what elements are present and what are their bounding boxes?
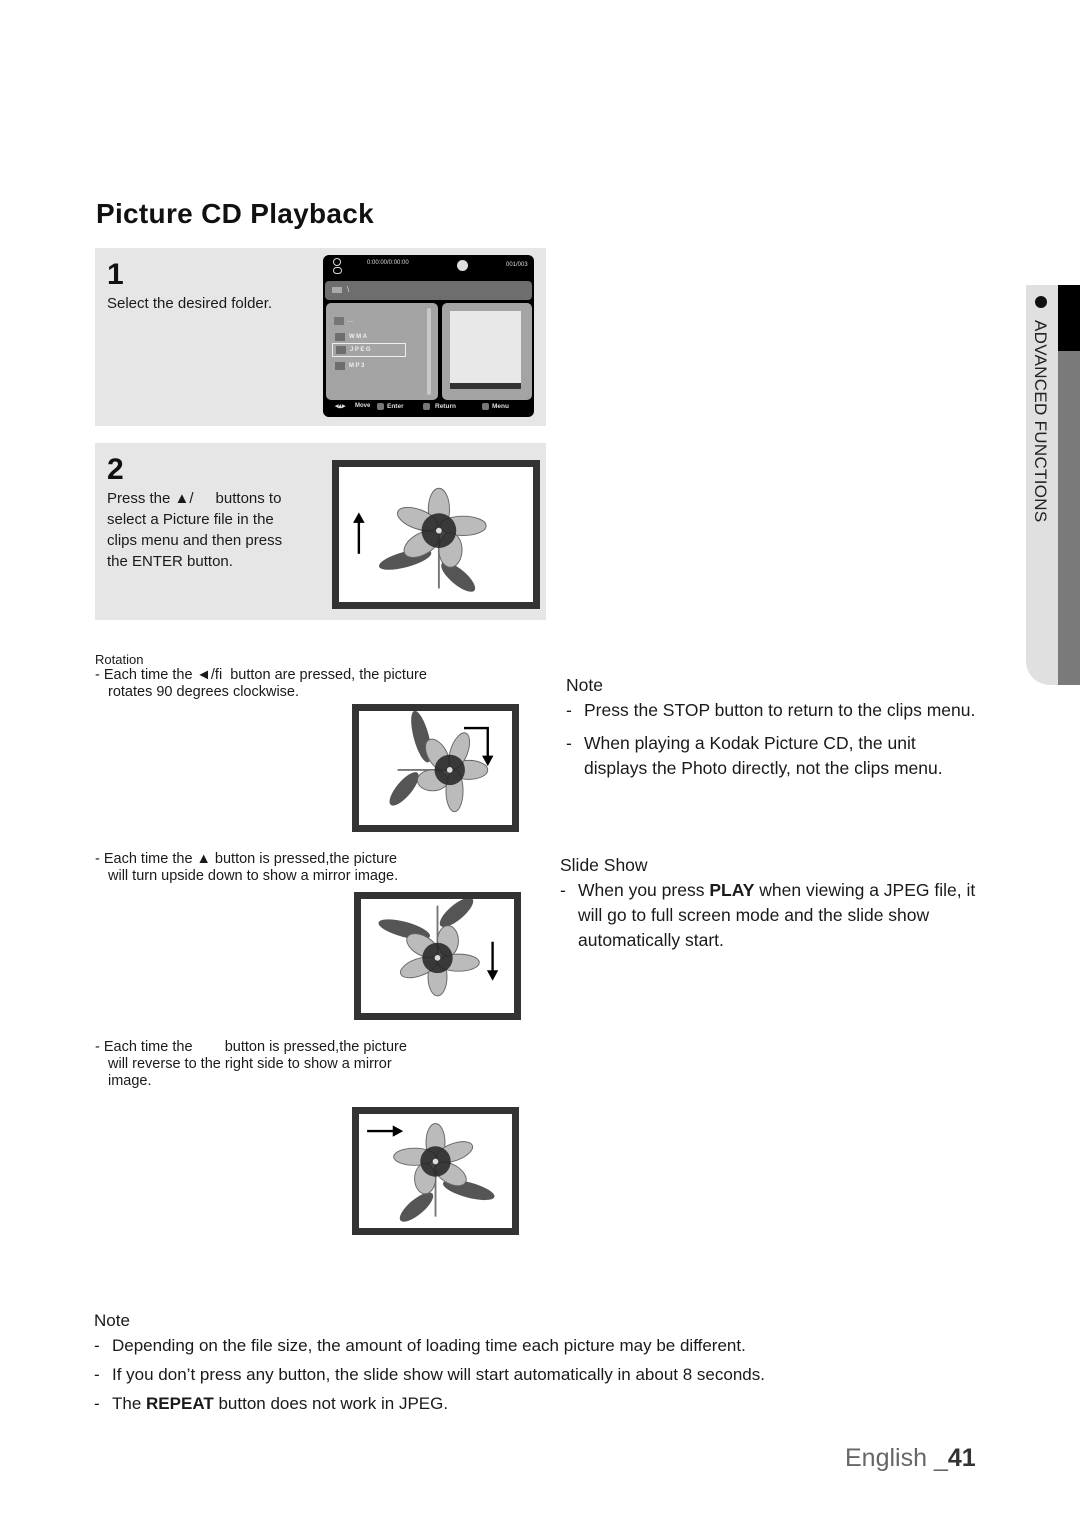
page-title: Picture CD Playback	[96, 198, 375, 229]
down-arrow-icon	[486, 941, 499, 981]
flower-illustration	[389, 711, 494, 813]
enter-button-icon	[377, 403, 384, 410]
step-1-text: Select the desired folder.	[107, 295, 273, 312]
stop-icon	[333, 258, 341, 266]
side-tab-bar	[1058, 351, 1080, 685]
note-right: Note Press the STOP button to return to …	[566, 673, 976, 781]
preview-info-bar	[450, 383, 521, 389]
note-right-item: Press the STOP button to return to the c…	[566, 698, 976, 723]
menu-button-icon	[482, 403, 489, 410]
slide-show-section: Slide Show When you press PLAY when view…	[560, 853, 980, 953]
osd-folder-wma[interactable]: WMA	[335, 333, 369, 341]
osd-enter-label: Enter	[387, 403, 404, 410]
note-bottom: Note Depending on the file size, the amo…	[94, 1308, 854, 1416]
osd-parent-folder[interactable]: ..	[334, 317, 354, 325]
note-bottom-item: Depending on the file size, the amount o…	[94, 1333, 854, 1358]
move-arrows-icon: ◂▴▸	[335, 403, 346, 410]
page-number: 41	[947, 1444, 976, 1472]
clips-menu-screen: 0:00:00/0:00:00 001/003 \ .. WMA JPEG MP…	[323, 255, 534, 417]
note-right-item: When playing a Kodak Picture CD, the uni…	[566, 731, 976, 781]
chapter-label: ADVANCED FUNCTIONS	[1031, 320, 1050, 523]
osd-preview-pane	[442, 303, 532, 400]
folder-icon	[335, 362, 345, 370]
slide-show-text: When you press PLAY when viewing a JPEG …	[560, 878, 980, 953]
side-tab-marker	[1058, 285, 1080, 351]
osd-time: 0:00:00/0:00:00	[367, 260, 409, 266]
disc-icon	[457, 260, 468, 271]
osd-folder-mp3[interactable]: MP3	[335, 362, 366, 370]
return-button-icon	[423, 403, 430, 410]
rotation-item-3: - Each time the button is pressed,the pi…	[95, 1039, 407, 1089]
osd-folder-jpeg[interactable]: JPEG	[332, 343, 406, 357]
flower-illustration	[367, 1123, 495, 1222]
rotation-heading: Rotation	[95, 652, 144, 667]
osd-path: \	[347, 285, 350, 294]
preview-image	[450, 311, 521, 383]
flower-image-upright	[332, 460, 540, 609]
folder-icon	[332, 287, 342, 293]
step-2-number: 2	[107, 453, 124, 486]
note-bottom-item: The REPEAT button does not work in JPEG.	[94, 1391, 854, 1416]
step-1-number: 1	[107, 258, 124, 291]
folder-icon	[336, 346, 346, 354]
osd-counter: 001/003	[506, 262, 528, 268]
up-arrow-icon	[353, 512, 365, 554]
note-bottom-item: If you don’t press any button, the slide…	[94, 1362, 854, 1387]
bullet-icon	[1035, 296, 1047, 308]
osd-path-bar: \	[325, 281, 532, 300]
folder-icon	[335, 333, 345, 341]
note-bottom-heading: Note	[94, 1311, 130, 1330]
folder-icon	[334, 317, 344, 325]
osd-move-label: Move	[355, 403, 371, 409]
page-footer: English _41	[845, 1444, 976, 1473]
note-right-heading: Note	[566, 675, 603, 695]
flower-image-rotated	[352, 704, 519, 832]
step-2-text: Press the ▲/buttons to select a Picture …	[107, 490, 283, 570]
repeat-icon	[333, 267, 342, 274]
flower-image-upside-down	[354, 892, 521, 1020]
osd-menu-label: Menu	[492, 403, 509, 410]
footer-language: English _	[845, 1444, 948, 1472]
osd-return-label: Return	[435, 403, 456, 410]
flower-illustration	[378, 899, 499, 997]
slide-show-heading: Slide Show	[560, 855, 648, 875]
osd-folder-list: .. WMA JPEG MP3	[326, 303, 438, 400]
scrollbar[interactable]	[427, 308, 431, 395]
rotation-item-2: - Each time the ▲ button is pressed,the …	[95, 851, 399, 884]
osd-footer: ◂▴▸ Move Enter Return Menu	[333, 402, 528, 412]
flower-illustration	[353, 487, 487, 592]
flower-image-mirrored	[352, 1107, 519, 1235]
rotation-item-1: - Each time the ◄/fi button are pressed,…	[95, 667, 427, 700]
right-arrow-icon	[367, 1125, 404, 1137]
